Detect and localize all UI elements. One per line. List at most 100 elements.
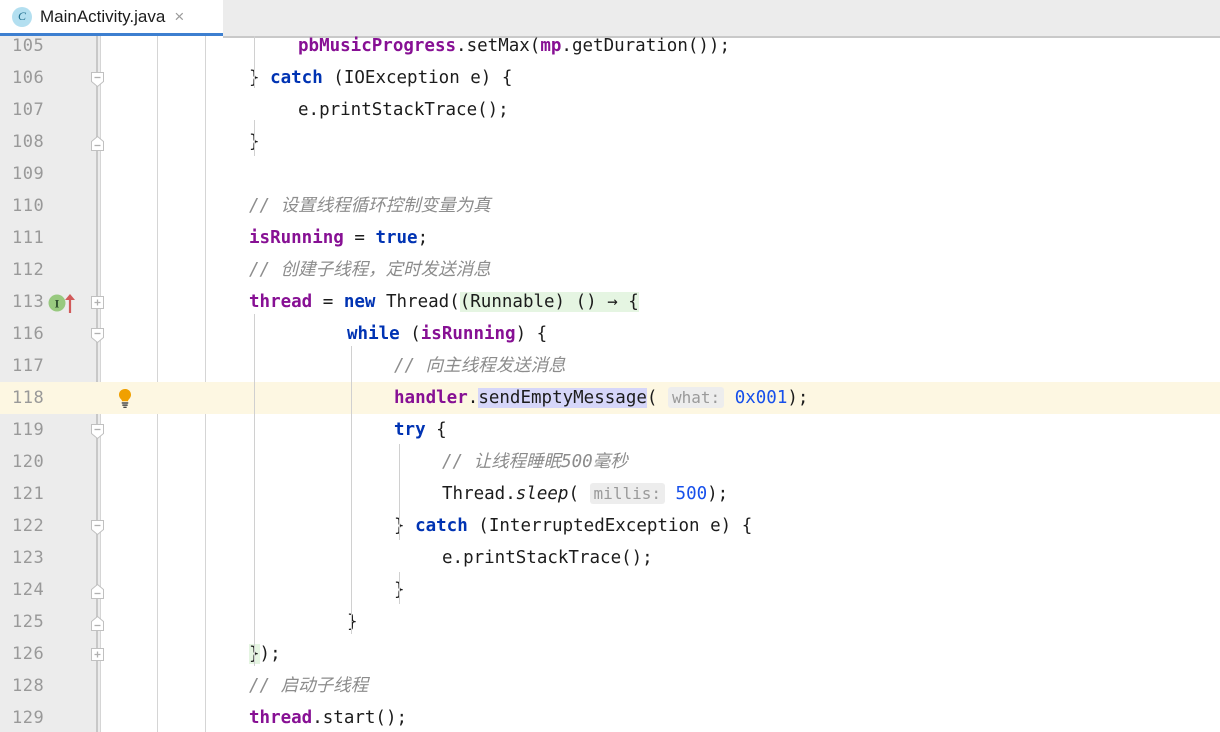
code-line[interactable]: 125}: [0, 606, 1220, 638]
code-text[interactable]: e.printStackTrace();: [298, 94, 509, 126]
line-number[interactable]: 107: [0, 94, 86, 126]
fold-end-up-icon[interactable]: [90, 135, 105, 151]
line-number[interactable]: 116: [0, 318, 86, 350]
code-line[interactable]: 116 while (isRunning) {: [0, 318, 1220, 350]
code-token: );: [707, 484, 729, 504]
code-token: isRunning: [249, 228, 344, 248]
code-token: (Runnable) () → {: [459, 292, 639, 312]
code-line[interactable]: 122 } catch (InterruptedException e) {: [0, 510, 1220, 542]
line-number[interactable]: 108: [0, 126, 86, 158]
line-number[interactable]: 129: [0, 702, 86, 732]
code-line[interactable]: 109: [0, 158, 1220, 190]
code-line[interactable]: 108}: [0, 126, 1220, 158]
code-line[interactable]: 106 } catch (IOException e) {: [0, 62, 1220, 94]
fold-end-down-icon[interactable]: [90, 327, 105, 344]
code-token: }: [394, 516, 416, 536]
line-number[interactable]: 119: [0, 414, 86, 446]
code-token: Thread(: [375, 292, 460, 312]
code-text[interactable]: while (isRunning) {: [347, 318, 547, 350]
code-editor[interactable]: 105 pbMusicProgress.setMax(mp.getDuration…: [0, 36, 1220, 732]
code-text[interactable]: // 向主线程发送消息: [394, 350, 566, 382]
line-number[interactable]: 125: [0, 606, 86, 638]
code-line[interactable]: 105 pbMusicProgress.setMax(mp.getDuration…: [0, 36, 1220, 62]
line-number[interactable]: 118: [0, 382, 86, 414]
line-number[interactable]: 128: [0, 670, 86, 702]
fold-end-down-icon[interactable]: [90, 423, 105, 440]
fold-end-up-icon[interactable]: [90, 615, 105, 631]
fold-end-up-icon[interactable]: [90, 583, 105, 599]
code-text[interactable]: // 启动子线程: [249, 670, 368, 702]
code-text[interactable]: }: [347, 606, 358, 638]
line-number[interactable]: 112: [0, 254, 86, 286]
fold-plus-icon[interactable]: [90, 295, 105, 310]
code-token: thread: [249, 708, 313, 728]
code-line[interactable]: 117 // 向主线程发送消息: [0, 350, 1220, 382]
code-line[interactable]: 124}: [0, 574, 1220, 606]
code-line[interactable]: 111 isRunning = true;: [0, 222, 1220, 254]
code-text[interactable]: } catch (IOException e) {: [249, 62, 512, 94]
code-text[interactable]: handler.sendEmptyMessage( what: 0x001);: [394, 382, 808, 414]
code-line[interactable]: 118 handler.sendEmptyMessage( what: 0x001…: [0, 382, 1220, 414]
close-icon[interactable]: ×: [174, 8, 184, 25]
code-line[interactable]: 110 // 设置线程循环控制变量为真: [0, 190, 1220, 222]
code-token: mp: [540, 36, 562, 56]
code-token: what:: [667, 387, 725, 408]
code-token: sendEmptyMessage: [478, 388, 647, 408]
code-line[interactable]: 126});: [0, 638, 1220, 670]
line-number[interactable]: 117: [0, 350, 86, 382]
code-line[interactable]: 113 Ithread = new Thread((Runnable) () → …: [0, 286, 1220, 318]
code-line[interactable]: 128 // 启动子线程: [0, 670, 1220, 702]
code-token: (: [399, 324, 421, 344]
indent-guide: [254, 36, 255, 88]
code-token: .start();: [312, 708, 408, 728]
implementation-run-marker-icon[interactable]: I: [47, 292, 85, 314]
code-line[interactable]: 120 // 让线程睡眠500毫秒: [0, 446, 1220, 478]
code-line[interactable]: 112 // 创建子线程，定时发送消息: [0, 254, 1220, 286]
code-line[interactable]: 129 thread.start();: [0, 702, 1220, 732]
indent-guide: [399, 444, 400, 540]
code-token: new: [343, 292, 376, 312]
fold-end-down-icon[interactable]: [90, 519, 105, 536]
code-text[interactable]: pbMusicProgress.setMax(mp.getDuration())…: [298, 36, 730, 62]
code-text[interactable]: thread.start();: [249, 702, 407, 732]
code-line[interactable]: 123 e.printStackTrace();: [0, 542, 1220, 574]
code-token: // 设置线程循环控制变量为真: [249, 196, 491, 216]
code-token: =: [312, 292, 344, 312]
fold-end-down-icon[interactable]: [90, 71, 105, 88]
code-text[interactable]: Thread.sleep( millis: 500);: [442, 478, 728, 510]
code-token: pbMusicProgress: [298, 36, 457, 56]
line-number[interactable]: 106: [0, 62, 86, 94]
line-number[interactable]: 110: [0, 190, 86, 222]
code-token: try: [394, 420, 426, 440]
indent-guide: [254, 314, 255, 666]
line-number[interactable]: 105: [0, 36, 86, 62]
line-number[interactable]: 126: [0, 638, 86, 670]
code-token: while: [347, 324, 400, 344]
code-text[interactable]: isRunning = true;: [249, 222, 428, 254]
intention-bulb-icon[interactable]: [114, 387, 136, 409]
code-token: {: [425, 420, 447, 440]
code-text[interactable]: try {: [394, 414, 447, 446]
line-number[interactable]: 123: [0, 542, 86, 574]
line-number[interactable]: 111: [0, 222, 86, 254]
line-number[interactable]: 121: [0, 478, 86, 510]
code-line[interactable]: 119 try {: [0, 414, 1220, 446]
code-text[interactable]: thread = new Thread((Runnable) () → {: [249, 286, 639, 318]
code-text[interactable]: } catch (InterruptedException e) {: [394, 510, 752, 542]
fold-plus-icon[interactable]: [90, 647, 105, 662]
code-token: (IOException e) {: [322, 68, 513, 88]
code-line[interactable]: 121 Thread.sleep( millis: 500);: [0, 478, 1220, 510]
line-number[interactable]: 109: [0, 158, 86, 190]
code-text[interactable]: // 让线程睡眠500毫秒: [442, 446, 628, 478]
line-number[interactable]: 122: [0, 510, 86, 542]
code-text[interactable]: // 创建子线程，定时发送消息: [249, 254, 491, 286]
code-text[interactable]: e.printStackTrace();: [442, 542, 653, 574]
tab-mainactivity-java[interactable]: C MainActivity.java ×: [0, 0, 223, 36]
line-number[interactable]: 124: [0, 574, 86, 606]
line-number[interactable]: 120: [0, 446, 86, 478]
code-token: isRunning: [420, 324, 516, 344]
code-text[interactable]: // 设置线程循环控制变量为真: [249, 190, 491, 222]
code-line[interactable]: 107 e.printStackTrace();: [0, 94, 1220, 126]
